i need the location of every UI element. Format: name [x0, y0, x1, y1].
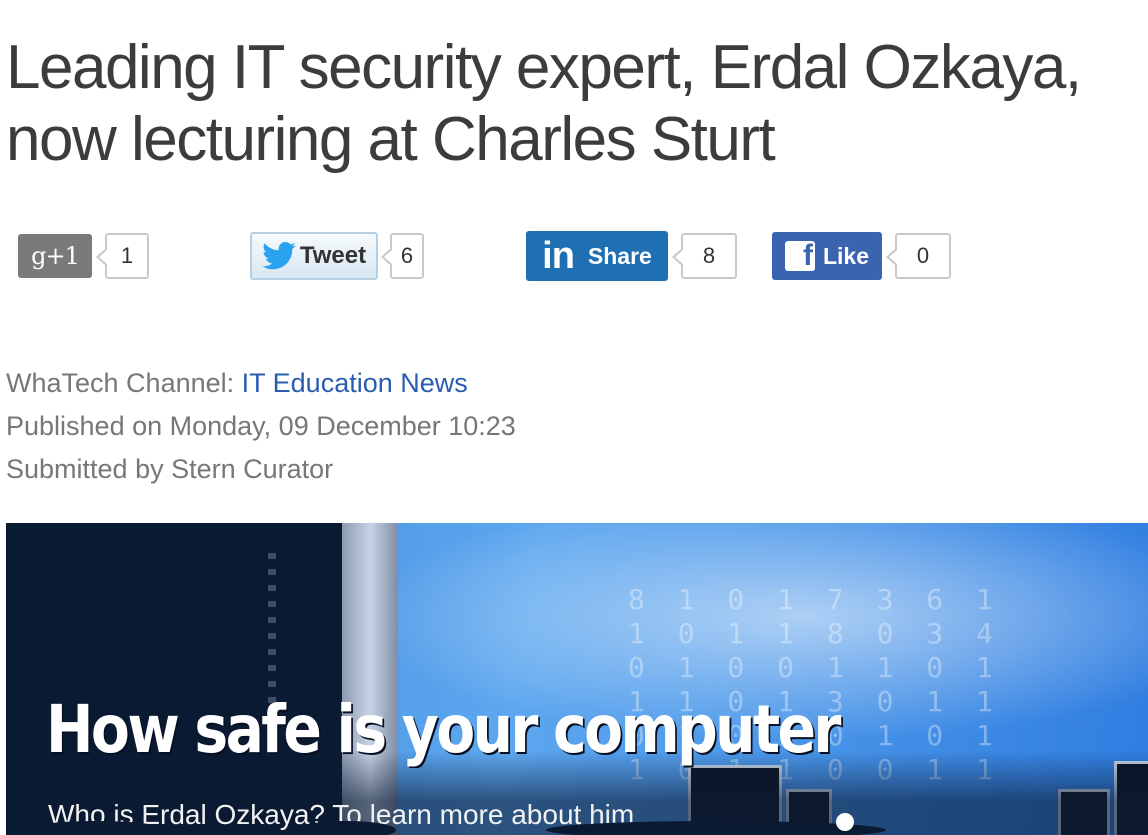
channel-link[interactable]: IT Education News [242, 368, 468, 398]
facebook-icon: f [784, 241, 815, 271]
tweet-button[interactable]: Tweet [250, 232, 378, 280]
facebook-count: 0 [886, 233, 951, 279]
google-plus-icon: g+1 [31, 242, 80, 270]
submitted-by: Submitted by Stern Curator [6, 454, 334, 484]
hero-image: 8 1 0 1 7 3 6 1 1 0 1 1 8 0 3 4 0 1 0 0 … [6, 523, 1148, 835]
twitter-bird-icon [262, 242, 296, 270]
hero-title: How safe is your computer [46, 691, 841, 768]
channel-line: WhaTech Channel: IT Education News [6, 362, 516, 405]
facebook-share: f Like 0 [772, 230, 951, 282]
hero-shape [296, 821, 396, 835]
linkedin-count: 8 [672, 233, 737, 279]
hero-shape [26, 821, 166, 835]
hero-dots [268, 553, 276, 703]
carousel-dot[interactable] [836, 813, 854, 831]
tweet-count: 6 [381, 233, 424, 279]
article-meta: WhaTech Channel: IT Education News Publi… [6, 362, 516, 491]
google-plus-button[interactable]: g+1 [18, 234, 92, 278]
tweet-label: Tweet [299, 242, 367, 269]
facebook-like-button[interactable]: f Like [772, 232, 882, 280]
channel-label: WhaTech Channel: [6, 368, 242, 398]
linkedin-share-button[interactable]: in Share [526, 231, 668, 281]
twitter-share: Tweet 6 [250, 230, 424, 282]
google-plus-count: 1 [96, 233, 149, 279]
published-date: Published on Monday, 09 December 10:23 [6, 411, 516, 441]
hero-shape [546, 821, 886, 835]
facebook-like-label: Like [822, 242, 870, 269]
linkedin-icon: in [542, 235, 575, 277]
linkedin-share: in Share 8 [526, 230, 737, 282]
google-plus-share: g+1 1 [18, 230, 149, 282]
article-title: Leading IT security expert, Erdal Ozkaya… [6, 33, 1082, 174]
linkedin-share-label: Share [587, 242, 652, 269]
